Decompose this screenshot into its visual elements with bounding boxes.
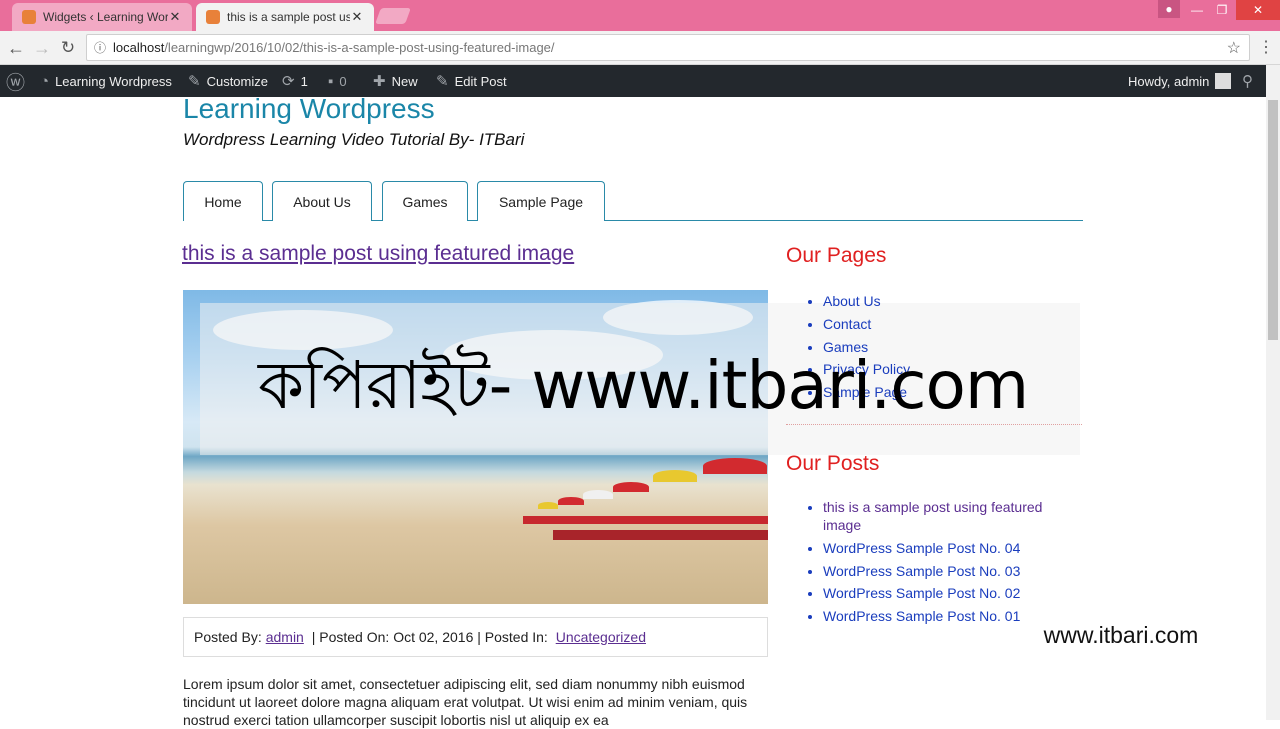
- author-link[interactable]: admin: [266, 629, 304, 645]
- post-meta: Posted By: admin | Posted On: Oct 02, 20…: [183, 617, 768, 657]
- nav-item-home[interactable]: Home: [183, 181, 263, 221]
- new-tab-button[interactable]: [375, 8, 411, 24]
- widget-title-posts: Our Posts: [786, 452, 880, 475]
- corner-watermark: www.itbari.com: [1020, 614, 1222, 656]
- reload-icon[interactable]: ↻: [57, 37, 79, 59]
- plus-icon: ✚: [373, 73, 386, 90]
- admin-bar-customize-label: Customize: [206, 73, 268, 89]
- info-icon[interactable]: ⓘ: [87, 39, 113, 56]
- comment-icon: ▪: [328, 72, 334, 90]
- posts-list: this is a sample post using featured ima…: [808, 498, 1073, 630]
- meta-posted-by-label: Posted By:: [194, 629, 262, 645]
- wordpress-favicon-icon: [22, 10, 36, 24]
- howdy-label: Howdy, admin: [1128, 73, 1210, 89]
- site-description: Wordpress Learning Video Tutorial By- IT…: [183, 130, 525, 149]
- list-item[interactable]: this is a sample post using featured ima…: [823, 498, 1073, 534]
- admin-bar-account[interactable]: Howdy, admin: [1128, 65, 1232, 97]
- browser-toolbar: ← → ↻ ⓘ localhost /learningwp/2016/10/02…: [0, 31, 1280, 65]
- close-window-icon[interactable]: ✕: [1236, 0, 1280, 20]
- meta-posted-on-label: | Posted On: Oct 02, 2016 | Posted In:: [307, 629, 552, 645]
- address-bar[interactable]: ⓘ localhost /learningwp/2016/10/02/this-…: [86, 34, 1250, 61]
- list-item[interactable]: WordPress Sample Post No. 04: [823, 539, 1073, 557]
- site-title[interactable]: Learning Wordpress: [183, 93, 435, 125]
- profile-icon[interactable]: ●: [1158, 0, 1180, 18]
- browser-tab-sample-post[interactable]: this is a sample post usin ✕: [196, 3, 374, 31]
- forward-arrow-icon[interactable]: →: [31, 37, 53, 59]
- pencil-icon: ✎: [436, 73, 449, 90]
- wordpress-logo-icon[interactable]: ⓦ: [6, 65, 25, 97]
- browser-tab-widgets[interactable]: Widgets ‹ Learning Word ✕: [12, 3, 192, 31]
- main-navigation: Home About Us Games Sample Page: [183, 181, 1083, 221]
- url-path: /learningwp/2016/10/02/this-is-a-sample-…: [164, 40, 555, 55]
- category-link[interactable]: Uncategorized: [556, 629, 646, 645]
- post-excerpt: Lorem ipsum dolor sit amet, consectetuer…: [183, 676, 748, 728]
- admin-bar-site-link[interactable]: ◔ Learning Wordpress: [40, 65, 172, 97]
- updates-count: 1: [300, 73, 308, 89]
- admin-bar-edit-post[interactable]: ✎ Edit Post: [436, 65, 507, 97]
- search-icon[interactable]: ⚲: [1242, 65, 1253, 97]
- page-scrollbar[interactable]: [1266, 65, 1280, 720]
- browser-menu-icon[interactable]: ⋮: [1258, 37, 1274, 57]
- scrollbar-thumb[interactable]: [1268, 100, 1278, 340]
- tab-label: Widgets ‹ Learning Word: [43, 10, 168, 24]
- post-title-link[interactable]: this is a sample post using featured ima…: [182, 242, 574, 266]
- list-item[interactable]: WordPress Sample Post No. 02: [823, 584, 1073, 602]
- brush-icon: ✎: [188, 73, 201, 90]
- comments-count: 0: [339, 73, 347, 89]
- list-item[interactable]: Contact: [823, 313, 1073, 336]
- browser-tab-strip: Widgets ‹ Learning Word ✕ this is a samp…: [0, 0, 1280, 31]
- url-host: localhost: [113, 40, 165, 55]
- minimize-icon[interactable]: —: [1186, 0, 1208, 20]
- tab-close-icon[interactable]: ✕: [168, 9, 182, 25]
- nav-item-games[interactable]: Games: [382, 181, 468, 221]
- bookmark-star-icon[interactable]: ☆: [1227, 38, 1241, 58]
- dashboard-icon: ◔: [40, 72, 50, 90]
- list-item[interactable]: About Us: [823, 290, 1073, 313]
- admin-bar-new-label: New: [391, 73, 418, 89]
- nav-item-about-us[interactable]: About Us: [272, 181, 372, 221]
- nav-item-sample-page[interactable]: Sample Page: [477, 181, 605, 221]
- wordpress-favicon-icon: [206, 10, 220, 24]
- maximize-icon[interactable]: ❐: [1211, 0, 1233, 20]
- updates-icon: ⟳: [282, 73, 295, 90]
- admin-bar-edit-label: Edit Post: [454, 73, 507, 89]
- list-item[interactable]: WordPress Sample Post No. 03: [823, 562, 1073, 580]
- back-arrow-icon[interactable]: ←: [5, 37, 27, 59]
- tab-close-icon[interactable]: ✕: [350, 9, 364, 25]
- watermark-text: কপিরাইট- www.itbari.com: [258, 347, 1029, 424]
- tab-label: this is a sample post usin: [227, 10, 350, 24]
- avatar: [1215, 73, 1232, 89]
- widget-title-pages: Our Pages: [786, 244, 887, 267]
- admin-bar-site-name: Learning Wordpress: [55, 73, 172, 89]
